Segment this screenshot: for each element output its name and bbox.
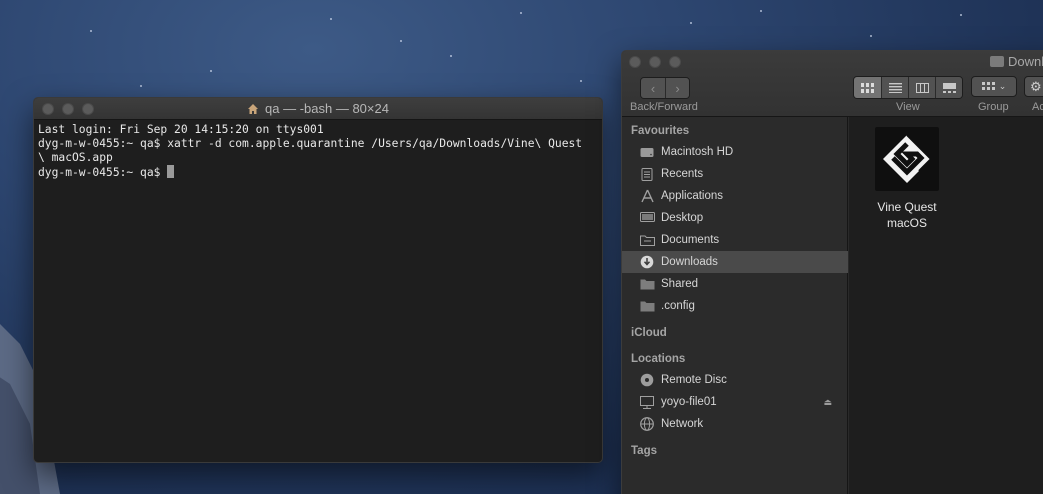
minimize-button[interactable] [649, 56, 661, 68]
recents-icon [639, 167, 655, 181]
game-maker-app-icon [875, 127, 939, 191]
sidebar-item-desktop[interactable]: Desktop [622, 207, 848, 229]
zoom-button[interactable] [82, 103, 94, 115]
group-button[interactable]: ⌄ [971, 76, 1017, 97]
terminal-titlebar[interactable]: qa — -bash — 80×24 [34, 98, 602, 120]
folder-icon [639, 277, 655, 291]
gear-icon: ⚙ [1030, 78, 1042, 94]
finder-title: Downloads [990, 54, 1043, 69]
terminal-prompt-line: dyg-m-w-0455:~ qa$ [38, 165, 598, 180]
finder-sidebar: Favourites Macintosh HD Recents Applicat… [622, 117, 848, 494]
folder-icon [639, 299, 655, 313]
terminal-title: qa — -bash — 80×24 [265, 101, 389, 116]
file-item-vine-quest[interactable]: Vine Quest macOS [869, 127, 945, 231]
terminal-line: Last login: Fri Sep 20 14:15:20 on ttys0… [38, 123, 324, 136]
sidebar-item-documents[interactable]: Documents [622, 229, 848, 251]
sidebar-item-recents[interactable]: Recents [622, 163, 848, 185]
sidebar-item-label: .config [661, 300, 695, 312]
desktop-icon [639, 211, 655, 225]
list-view-button[interactable] [881, 77, 908, 98]
file-item-name: Vine Quest macOS [877, 200, 937, 230]
terminal-output[interactable]: Last login: Fri Sep 20 14:15:20 on ttys0… [34, 120, 602, 183]
sidebar-item-label: Recents [661, 168, 704, 180]
hard-drive-icon [639, 145, 655, 159]
finder-content-area[interactable]: Vine Quest macOS [849, 117, 1043, 494]
sidebar-section-locations: Locations [631, 353, 686, 365]
sidebar-item-downloads[interactable]: Downloads [622, 251, 848, 273]
list-view-icon [888, 82, 902, 93]
group-icon [981, 81, 995, 90]
sidebar-item-shared[interactable]: Shared [622, 273, 848, 295]
zoom-button[interactable] [669, 56, 681, 68]
sidebar-item-label: Documents [661, 234, 720, 246]
minimize-button[interactable] [62, 103, 74, 115]
sidebar-item-macintosh-hd[interactable]: Macintosh HD [622, 141, 848, 163]
close-button[interactable] [629, 56, 641, 68]
eject-icon[interactable]: ⏏ [823, 397, 832, 408]
sidebar-item-label: Shared [661, 278, 699, 290]
group-label: Group [978, 101, 1009, 113]
sidebar-item-label: Network [661, 418, 704, 430]
sidebar-item-config[interactable]: .config [622, 295, 848, 317]
terminal-cursor [167, 165, 175, 178]
terminal-prompt: dyg-m-w-0455:~ qa$ [38, 166, 168, 179]
terminal-window[interactable]: qa — -bash — 80×24 Last login: Fri Sep 2… [33, 97, 603, 463]
sidebar-item-applications[interactable]: Applications [622, 185, 848, 207]
sidebar-item-label: yoyo-file01 [661, 396, 717, 408]
terminal-line: dyg-m-w-0455:~ qa$ xattr -d com.apple.qu… [38, 137, 583, 150]
gallery-view-button[interactable] [935, 77, 962, 98]
sidebar-item-label: Applications [661, 190, 724, 202]
icon-view-icon [861, 82, 874, 93]
sidebar-item-remote-disc[interactable]: Remote Disc [622, 369, 848, 391]
documents-icon [639, 233, 655, 247]
sidebar-section-icloud[interactable]: iCloud [622, 327, 667, 339]
view-label: View [896, 101, 920, 113]
action-button[interactable]: ⚙ [1024, 76, 1043, 97]
sidebar-item-label: Downloads [661, 256, 718, 268]
back-button[interactable]: ‹ [641, 78, 665, 98]
folder-icon [990, 56, 1004, 67]
icon-view-button[interactable] [854, 77, 881, 98]
sidebar-item-network[interactable]: Network [622, 413, 848, 435]
column-view-icon [915, 82, 929, 93]
terminal-line: \ macOS.app [38, 151, 113, 164]
disc-icon [639, 373, 655, 387]
applications-icon [639, 189, 655, 203]
column-view-button[interactable] [908, 77, 935, 98]
chevron-down-icon: ⌄ [998, 81, 1007, 91]
finder-toolbar: Downloads ‹ › Back/Forward [622, 51, 1043, 117]
finder-window[interactable]: Downloads ‹ › Back/Forward [621, 50, 1043, 494]
gallery-view-icon [942, 82, 956, 93]
sidebar-section-favourites: Favourites [631, 125, 690, 137]
sidebar-item-yoyo-file01[interactable]: yoyo-file01 ⏏ [622, 391, 848, 413]
sidebar-item-label: Remote Disc [661, 374, 727, 386]
close-button[interactable] [42, 103, 54, 115]
action-label: Ac [1032, 101, 1043, 113]
sidebar-item-label: Macintosh HD [661, 146, 734, 158]
forward-button[interactable]: › [665, 78, 689, 98]
sidebar-item-label: Desktop [661, 212, 704, 224]
network-icon [639, 417, 655, 431]
sidebar-section-tags: Tags [631, 445, 657, 457]
home-icon [248, 103, 259, 114]
downloads-icon [639, 255, 655, 269]
back-forward-label: Back/Forward [630, 101, 698, 113]
server-icon [639, 395, 655, 409]
